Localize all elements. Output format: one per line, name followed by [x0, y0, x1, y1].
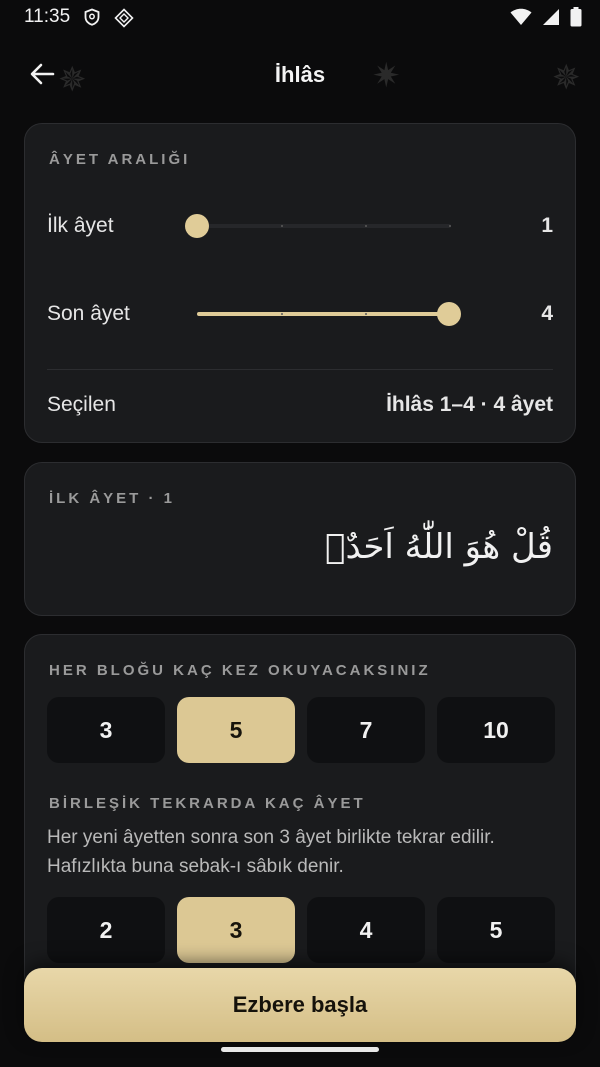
slider-tick	[281, 225, 283, 227]
repeat-option-7[interactable]: 7	[307, 697, 425, 763]
page-title: İhlâs	[274, 62, 326, 87]
repeat-count-options: 3 5 7 10	[47, 697, 555, 763]
slider-track	[197, 224, 451, 228]
home-indicator[interactable]	[221, 1047, 379, 1052]
slider-tick	[365, 313, 367, 315]
last-verse-slider[interactable]	[197, 302, 461, 326]
section-label: HER BLOĞU KAÇ KEZ OKUYACAKSINIZ	[49, 662, 431, 679]
arabic-verse-text: قُلْ هُوَ اللّٰهُ اَحَدٌۚ	[325, 527, 553, 567]
app-bar: ✵ ✷ ✵ İhlâs	[0, 44, 600, 108]
selected-label: Seçilen	[47, 393, 116, 416]
verse-range-card: ÂYET ARALIĞI İlk âyet 1 Son âyet 4 Seçil…	[24, 123, 576, 443]
combined-count-options: 2 3 4 5	[47, 897, 555, 963]
section-label: ÂYET ARALIĞI	[49, 151, 191, 168]
last-verse-value: 4	[541, 302, 553, 325]
slider-thumb[interactable]	[185, 214, 209, 238]
slider-fill	[197, 312, 449, 316]
first-verse-label: İlk âyet	[47, 214, 114, 237]
first-verse-value: 1	[541, 214, 553, 237]
combined-option-5[interactable]: 5	[437, 897, 555, 963]
slider-tick	[449, 225, 451, 227]
combined-option-2[interactable]: 2	[47, 897, 165, 963]
wifi-icon	[510, 8, 532, 31]
battery-icon	[570, 7, 582, 32]
signal-icon	[542, 8, 560, 31]
slider-tick	[365, 225, 367, 227]
combined-option-3[interactable]: 3	[177, 897, 295, 963]
selected-value: İhlâs 1–4 · 4 âyet	[386, 393, 553, 416]
repeat-option-3[interactable]: 3	[47, 697, 165, 763]
combined-help-text: Her yeni âyetten sonra son 3 âyet birlik…	[47, 827, 495, 877]
repeat-option-10[interactable]: 10	[437, 697, 555, 763]
shield-icon	[83, 8, 101, 26]
slider-tick	[281, 313, 283, 315]
repeat-option-5[interactable]: 5	[177, 697, 295, 763]
status-time: 11:35	[24, 6, 71, 27]
slider-thumb[interactable]	[437, 302, 461, 326]
section-label: İLK ÂYET · 1	[49, 490, 176, 507]
app-notification-icon	[114, 8, 134, 28]
first-verse-preview-card: İLK ÂYET · 1 قُلْ هُوَ اللّٰهُ اَحَدٌۚ	[24, 462, 576, 616]
divider	[47, 369, 553, 370]
start-memorization-button[interactable]: Ezbere başla	[24, 968, 576, 1042]
status-bar: 11:35	[0, 0, 600, 36]
last-verse-label: Son âyet	[47, 302, 130, 325]
section-label: BİRLEŞİK TEKRARDA KAÇ ÂYET	[49, 795, 366, 812]
repetition-settings-card: HER BLOĞU KAÇ KEZ OKUYACAKSINIZ 3 5 7 10…	[24, 634, 576, 994]
first-verse-slider[interactable]	[185, 214, 451, 238]
combined-option-4[interactable]: 4	[307, 897, 425, 963]
